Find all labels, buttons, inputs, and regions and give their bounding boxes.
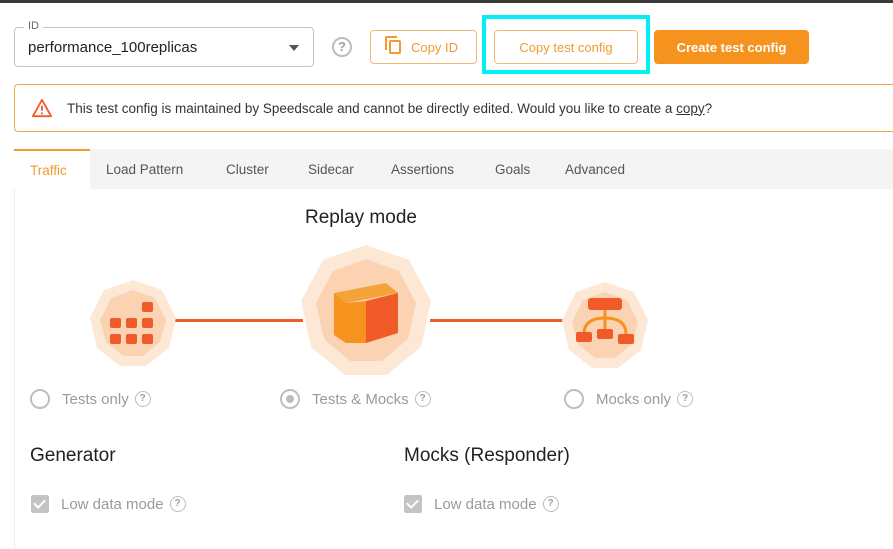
id-select-value: performance_100replicas (28, 39, 198, 56)
warning-icon (31, 98, 52, 118)
tab-assertions[interactable]: Assertions (391, 149, 454, 189)
checkbox[interactable] (404, 495, 422, 513)
radio-label: Tests only (62, 390, 129, 408)
help-icon[interactable]: ? (677, 391, 694, 407)
connector-line (430, 319, 565, 322)
checkbox-label: Low data mode (434, 495, 537, 513)
copy-test-config-button[interactable]: Copy test config (494, 30, 638, 64)
generator-low-data-mode[interactable]: Low data mode ? (31, 495, 186, 513)
create-copy-link[interactable]: copy (676, 101, 705, 116)
tab-sidecar[interactable]: Sidecar (308, 149, 354, 189)
id-select-label: ID (24, 20, 43, 32)
tests-grid-icon (90, 280, 176, 366)
help-icon[interactable]: ? (169, 496, 186, 512)
radio-mocks-only[interactable]: Mocks only ? (564, 389, 694, 409)
generator-title: Generator (30, 445, 116, 466)
readonly-alert: This test config is maintained by Speeds… (14, 84, 893, 132)
create-test-config-label: Create test config (676, 39, 787, 55)
tab-goals[interactable]: Goals (495, 149, 530, 189)
checkbox-label: Low data mode (61, 495, 164, 513)
create-test-config-button[interactable]: Create test config (654, 30, 809, 64)
tab-cluster[interactable]: Cluster (226, 149, 269, 189)
radio-tests-and-mocks[interactable]: Tests & Mocks ? (280, 389, 431, 409)
network-icon (562, 282, 648, 368)
radio-label: Mocks only (596, 390, 672, 408)
connector-line (168, 319, 303, 322)
content-divider (14, 189, 15, 549)
copy-id-label: Copy ID (411, 39, 458, 55)
help-icon[interactable]: ? (134, 391, 151, 407)
cube-icon (301, 245, 431, 375)
help-icon[interactable]: ? (332, 37, 352, 57)
radio-label: Tests & Mocks (312, 390, 409, 408)
radio-tests-only[interactable]: Tests only ? (30, 389, 151, 409)
radio-button[interactable] (30, 389, 50, 409)
responder-low-data-mode[interactable]: Low data mode ? (404, 495, 559, 513)
copy-test-config-label: Copy test config (519, 39, 613, 55)
alert-text: This test config is maintained by Speeds… (67, 100, 713, 116)
copy-id-button[interactable]: Copy ID (370, 30, 477, 64)
checkbox[interactable] (31, 495, 49, 513)
help-icon[interactable]: ? (414, 391, 431, 407)
help-icon[interactable]: ? (542, 496, 559, 512)
responder-title: Mocks (Responder) (404, 445, 570, 466)
window-top-border (0, 0, 893, 3)
tab-traffic[interactable]: Traffic (14, 149, 90, 189)
replay-mode-title: Replay mode (305, 207, 417, 228)
config-tabs: Traffic Load Pattern Cluster Sidecar Ass… (14, 149, 893, 189)
radio-button[interactable] (280, 389, 300, 409)
chevron-down-icon[interactable] (289, 45, 299, 51)
tab-load-pattern[interactable]: Load Pattern (106, 149, 183, 189)
tab-advanced[interactable]: Advanced (565, 149, 625, 189)
copy-icon (385, 36, 402, 54)
id-select[interactable]: performance_100replicas (14, 27, 314, 67)
radio-button[interactable] (564, 389, 584, 409)
